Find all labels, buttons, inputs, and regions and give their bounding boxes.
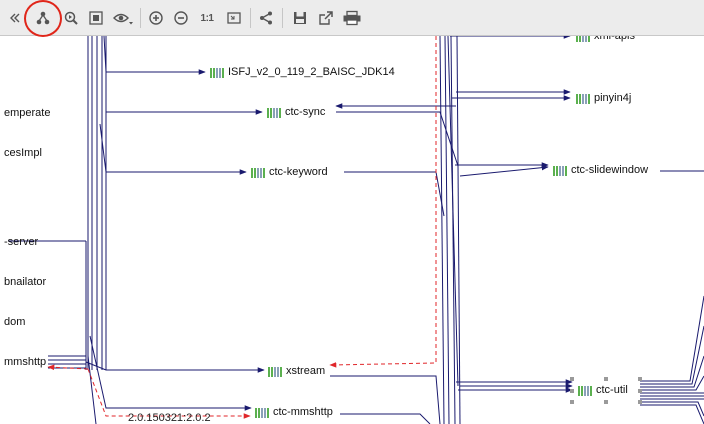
toolbar-separator — [140, 8, 141, 28]
node-ctc-util[interactable]: ctc-util — [578, 384, 628, 396]
selection-handle[interactable] — [570, 389, 574, 393]
diagram-toolbar: 1:1 — [0, 0, 704, 37]
dependency-graph-canvas[interactable]: emperate cesImpl -server bnailator dom m… — [0, 36, 704, 424]
select-frame-icon[interactable] — [87, 9, 105, 27]
selection-handle[interactable] — [638, 400, 642, 404]
library-icon — [210, 67, 224, 78]
node-label: ctc-keyword — [269, 166, 328, 178]
library-icon — [553, 165, 567, 176]
left-node-label[interactable]: dom — [4, 316, 25, 328]
toolbar-separator — [250, 8, 251, 28]
node-label: ISFJ_v2_0_119_2_BAISC_JDK14 — [228, 66, 395, 78]
library-icon — [578, 385, 592, 396]
zoom-out-icon[interactable] — [172, 9, 190, 27]
fit-page-icon[interactable] — [225, 9, 243, 27]
node-xml-apis[interactable]: xml-apis — [576, 36, 635, 42]
selection-handle[interactable] — [570, 400, 574, 404]
selection-handle[interactable] — [604, 377, 608, 381]
node-label: xstream — [286, 365, 326, 377]
node-label: ctc-sync — [285, 106, 326, 118]
edge-version-label: 2.0.150321:2.0.2 — [128, 412, 211, 424]
selection-handle[interactable] — [604, 400, 608, 404]
left-node-label[interactable]: -server — [4, 236, 38, 248]
left-node-label[interactable]: cesImpl — [4, 147, 42, 159]
library-icon — [268, 366, 282, 377]
node-ctc-keyword[interactable]: ctc-keyword — [251, 166, 328, 178]
print-icon[interactable] — [342, 9, 362, 27]
double-chevron-left-icon[interactable] — [6, 9, 24, 27]
actual-size-icon[interactable]: 1:1 — [197, 9, 217, 27]
selection-handle[interactable] — [638, 389, 642, 393]
node-pinyin4j[interactable]: pinyin4j — [576, 92, 631, 104]
left-node-label[interactable]: mmshttp — [4, 356, 46, 368]
node-ctc-slidewindow[interactable]: ctc-slidewindow — [553, 164, 648, 176]
eye-icon[interactable] — [113, 9, 135, 27]
export-icon[interactable] — [317, 9, 335, 27]
library-icon — [255, 407, 269, 418]
selection-handle[interactable] — [570, 377, 574, 381]
save-icon[interactable] — [291, 9, 309, 27]
node-ctc-mmshttp[interactable]: ctc-mmshttp — [255, 406, 333, 418]
zoom-in-icon[interactable] — [147, 9, 165, 27]
left-node-label[interactable]: bnailator — [4, 276, 46, 288]
library-icon — [576, 36, 590, 42]
highlight-circle — [24, 0, 62, 37]
left-node-label[interactable]: emperate — [4, 107, 50, 119]
node-xstream[interactable]: xstream — [268, 365, 325, 377]
node-isfj[interactable]: ISFJ_v2_0_119_2_BAISC_JDK14 — [210, 66, 395, 78]
share-icon[interactable] — [257, 9, 275, 27]
library-icon — [267, 107, 281, 118]
actual-size-label: 1:1 — [200, 12, 214, 24]
selection-handle[interactable] — [638, 377, 642, 381]
node-label: ctc-util — [596, 384, 628, 396]
node-label: pinyin4j — [594, 92, 632, 104]
library-icon — [576, 93, 590, 104]
toolbar-separator — [282, 8, 283, 28]
node-label: ctc-mmshttp — [273, 406, 333, 418]
node-ctc-sync[interactable]: ctc-sync — [267, 106, 325, 118]
node-label: ctc-slidewindow — [571, 164, 649, 176]
fit-content-icon[interactable] — [62, 9, 80, 27]
library-icon — [251, 167, 265, 178]
node-label: xml-apis — [594, 36, 635, 42]
